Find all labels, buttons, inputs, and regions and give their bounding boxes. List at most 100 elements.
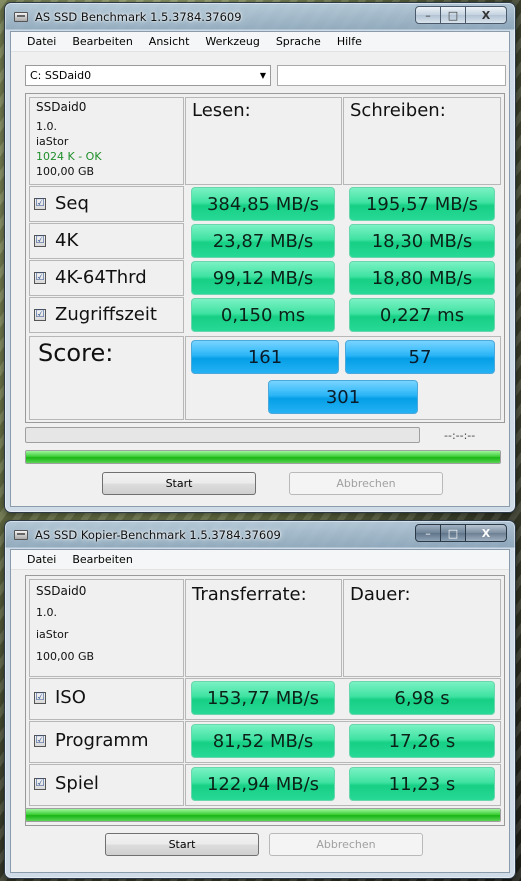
drive-size: 100,00 GB: [36, 165, 95, 178]
row-program-label-cell: ☑ Programm: [29, 721, 184, 763]
close-button[interactable]: X: [465, 6, 507, 24]
start-button[interactable]: Start: [102, 472, 256, 495]
row-4k-text: 4K: [55, 230, 79, 251]
row-4k-label-cell: ☑ 4K: [29, 223, 184, 259]
access-read-value: 0,150 ms: [191, 298, 335, 332]
menu-bearbeiten[interactable]: Bearbeiten: [64, 550, 140, 570]
elapsed-time: --:--:--: [444, 429, 476, 442]
program-rate-value: 81,52 MB/s: [191, 724, 335, 758]
drive-driver: iaStor: [36, 628, 69, 641]
drive-alignment: 1024 K - OK: [36, 150, 102, 163]
menu-bar: Datei Bearbeiten Ansicht Werkzeug Sprach…: [11, 32, 509, 52]
menu-datei[interactable]: Datei: [11, 32, 64, 52]
score-label-cell: Score:: [29, 336, 184, 420]
checkbox-iso[interactable]: ☑: [34, 691, 46, 704]
drive-name: SSDaid0: [36, 584, 87, 598]
drive-firmware: 1.0.: [36, 606, 57, 619]
row-game-text: Spiel: [55, 773, 99, 794]
app-drive-icon: [14, 530, 28, 540]
row-game-label[interactable]: ☑ Spiel: [34, 773, 99, 794]
rate-header: Transferrate:: [192, 584, 307, 605]
iso-duration-value: 6,98 s: [349, 681, 495, 715]
row-access-label[interactable]: ☑ Zugriffszeit: [34, 304, 157, 325]
drive-name: SSDaid0: [36, 100, 87, 114]
drive-info-cell: SSDaid0 1.0. iaStor 1024 K - OK 100,00 G…: [29, 97, 184, 185]
4k-write-value: 18,30 MB/s: [349, 224, 495, 258]
write-header: Schreiben:: [350, 100, 446, 121]
row-game-label-cell: ☑ Spiel: [29, 764, 184, 806]
maximize-button[interactable]: □: [440, 6, 466, 24]
benchmark-window: AS SSD Benchmark 1.5.3784.37609 – □ X Da…: [4, 2, 516, 513]
menu-ansicht[interactable]: Ansicht: [141, 32, 198, 52]
start-button[interactable]: Start: [105, 833, 259, 856]
duration-header: Dauer:: [350, 584, 411, 605]
row-seq-text: Seq: [55, 193, 89, 214]
4k64-write-value: 18,80 MB/s: [349, 261, 495, 295]
seq-write-value: 195,57 MB/s: [349, 187, 495, 221]
minimize-button[interactable]: –: [415, 6, 441, 24]
overall-progress-bar: [25, 450, 501, 464]
row-iso-label-cell: ☑ ISO: [29, 678, 184, 720]
row-access-text: Zugriffszeit: [55, 304, 157, 325]
read-header: Lesen:: [192, 100, 251, 121]
copy-results-grid: SSDaid0 1.0. iaStor 100,00 GB Transferra…: [25, 575, 505, 826]
drive-size: 100,00 GB: [36, 650, 95, 663]
drive-firmware: 1.0.: [36, 120, 57, 133]
score-label: Score:: [38, 339, 114, 367]
menu-bearbeiten[interactable]: Bearbeiten: [64, 32, 140, 52]
score-total: 301: [268, 380, 418, 414]
copy-titlebar[interactable]: AS SSD Kopier-Benchmark 1.5.3784.37609 –…: [5, 521, 515, 549]
4k-read-value: 23,87 MB/s: [191, 224, 335, 258]
drive-select[interactable]: C: SSDaid0 ▼: [25, 65, 271, 86]
score-write: 57: [345, 340, 495, 374]
rate-header-cell: Transferrate:: [185, 579, 342, 677]
read-header-cell: Lesen:: [185, 97, 342, 185]
status-field: [277, 65, 506, 86]
menu-datei[interactable]: Datei: [11, 550, 64, 570]
menu-werkzeug[interactable]: Werkzeug: [197, 32, 267, 52]
row-seq-label-cell: ☑ Seq: [29, 186, 184, 222]
row-4k64-text: 4K-64Thrd: [55, 267, 147, 288]
drive-driver: iaStor: [36, 135, 69, 148]
checkbox-seq[interactable]: ☑: [34, 197, 46, 210]
drive-info-cell: SSDaid0 1.0. iaStor 100,00 GB: [29, 579, 184, 677]
checkbox-4k64[interactable]: ☑: [34, 271, 46, 284]
app-drive-icon: [14, 12, 28, 22]
test-progress-bar: [25, 427, 420, 443]
close-button[interactable]: X: [465, 524, 507, 542]
maximize-button[interactable]: □: [440, 524, 466, 542]
cancel-button[interactable]: Abbrechen: [269, 833, 423, 856]
menu-bar: Datei Bearbeiten: [11, 550, 509, 570]
score-read: 161: [191, 340, 339, 374]
write-header-cell: Schreiben:: [343, 97, 501, 185]
overall-progress-fill: [26, 809, 500, 821]
4k64-read-value: 99,12 MB/s: [191, 261, 335, 295]
benchmark-client: Datei Bearbeiten Ansicht Werkzeug Sprach…: [10, 31, 510, 507]
iso-rate-value: 153,77 MB/s: [191, 681, 335, 715]
window-title: AS SSD Kopier-Benchmark 1.5.3784.37609: [35, 528, 281, 542]
checkbox-access[interactable]: ☑: [34, 308, 46, 321]
seq-read-value: 384,85 MB/s: [191, 187, 335, 221]
menu-hilfe[interactable]: Hilfe: [329, 32, 370, 52]
row-program-text: Programm: [55, 730, 149, 751]
row-4k64-label[interactable]: ☑ 4K-64Thrd: [34, 267, 147, 288]
results-grid: SSDaid0 1.0. iaStor 1024 K - OK 100,00 G…: [25, 93, 505, 423]
checkbox-game[interactable]: ☑: [34, 777, 46, 790]
menu-sprache[interactable]: Sprache: [268, 32, 329, 52]
access-write-value: 0,227 ms: [349, 298, 495, 332]
checkbox-program[interactable]: ☑: [34, 734, 46, 747]
overall-progress-bar: [25, 808, 501, 822]
cancel-button[interactable]: Abbrechen: [289, 472, 443, 495]
duration-header-cell: Dauer:: [343, 579, 501, 677]
row-access-label-cell: ☑ Zugriffszeit: [29, 297, 184, 333]
row-program-label[interactable]: ☑ Programm: [34, 730, 148, 751]
row-4k-label[interactable]: ☑ 4K: [34, 230, 78, 251]
row-iso-label[interactable]: ☑ ISO: [34, 687, 86, 708]
game-duration-value: 11,23 s: [349, 767, 495, 801]
benchmark-titlebar[interactable]: AS SSD Benchmark 1.5.3784.37609 – □ X: [5, 3, 515, 31]
copy-benchmark-window: AS SSD Kopier-Benchmark 1.5.3784.37609 –…: [4, 520, 516, 879]
minimize-button[interactable]: –: [415, 524, 441, 542]
drive-select-value: C: SSDaid0: [30, 69, 92, 82]
row-seq-label[interactable]: ☑ Seq: [34, 193, 89, 214]
checkbox-4k[interactable]: ☑: [34, 234, 46, 247]
